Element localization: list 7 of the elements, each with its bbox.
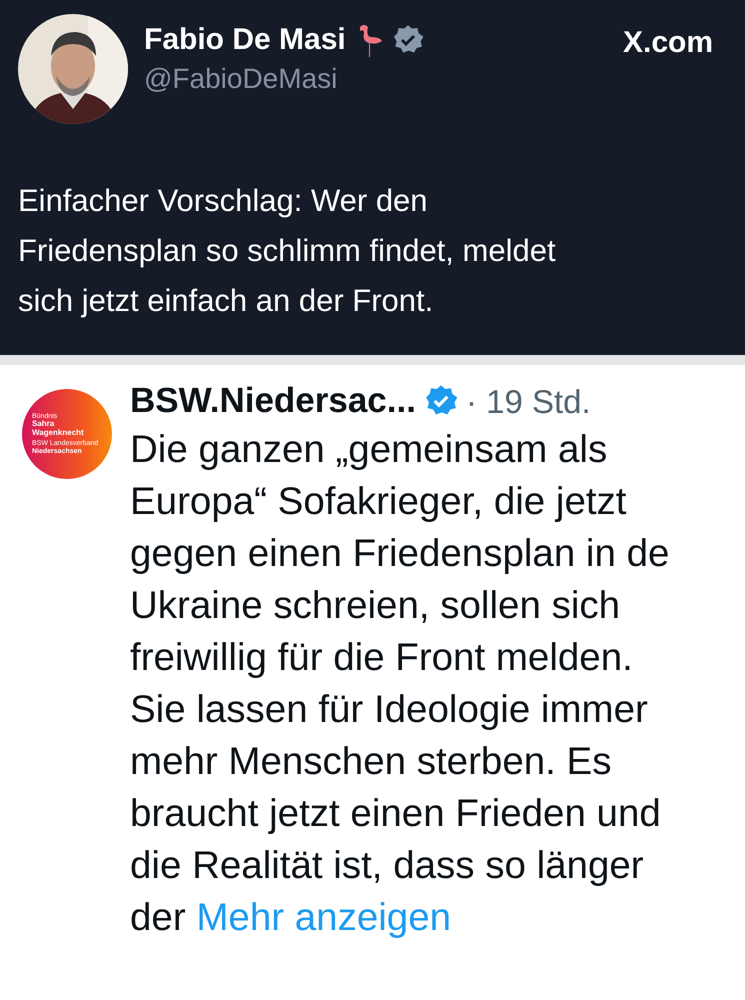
author-name[interactable]: BSW.Niedersac... bbox=[130, 375, 416, 428]
quoted-text: Die ganzen „gemeinsam als Europa“ Sofakrieger, die jetzt gegen einen Friedensplan in de Ukraine schreien, sollen sich freiwillig für die Front melden. Sie lassen für Ideologie immer mehr Menschen sterben. Es braucht jetzt einen Frieden und die Realität ist, dass so länger der Mehr anzeigen bbox=[130, 426, 670, 940]
site-label: X.com bbox=[622, 25, 713, 61]
user-handle[interactable]: @FabioDeMasi bbox=[144, 58, 424, 100]
author-name[interactable]: Fabio De Masi bbox=[144, 22, 346, 58]
post-text: Einfacher Vorschlag: Wer den Friedensplan so schlimm findet, meldet sich jetzt einfach an der Front. bbox=[18, 182, 557, 320]
post-time: · 19 Std. bbox=[466, 382, 591, 422]
